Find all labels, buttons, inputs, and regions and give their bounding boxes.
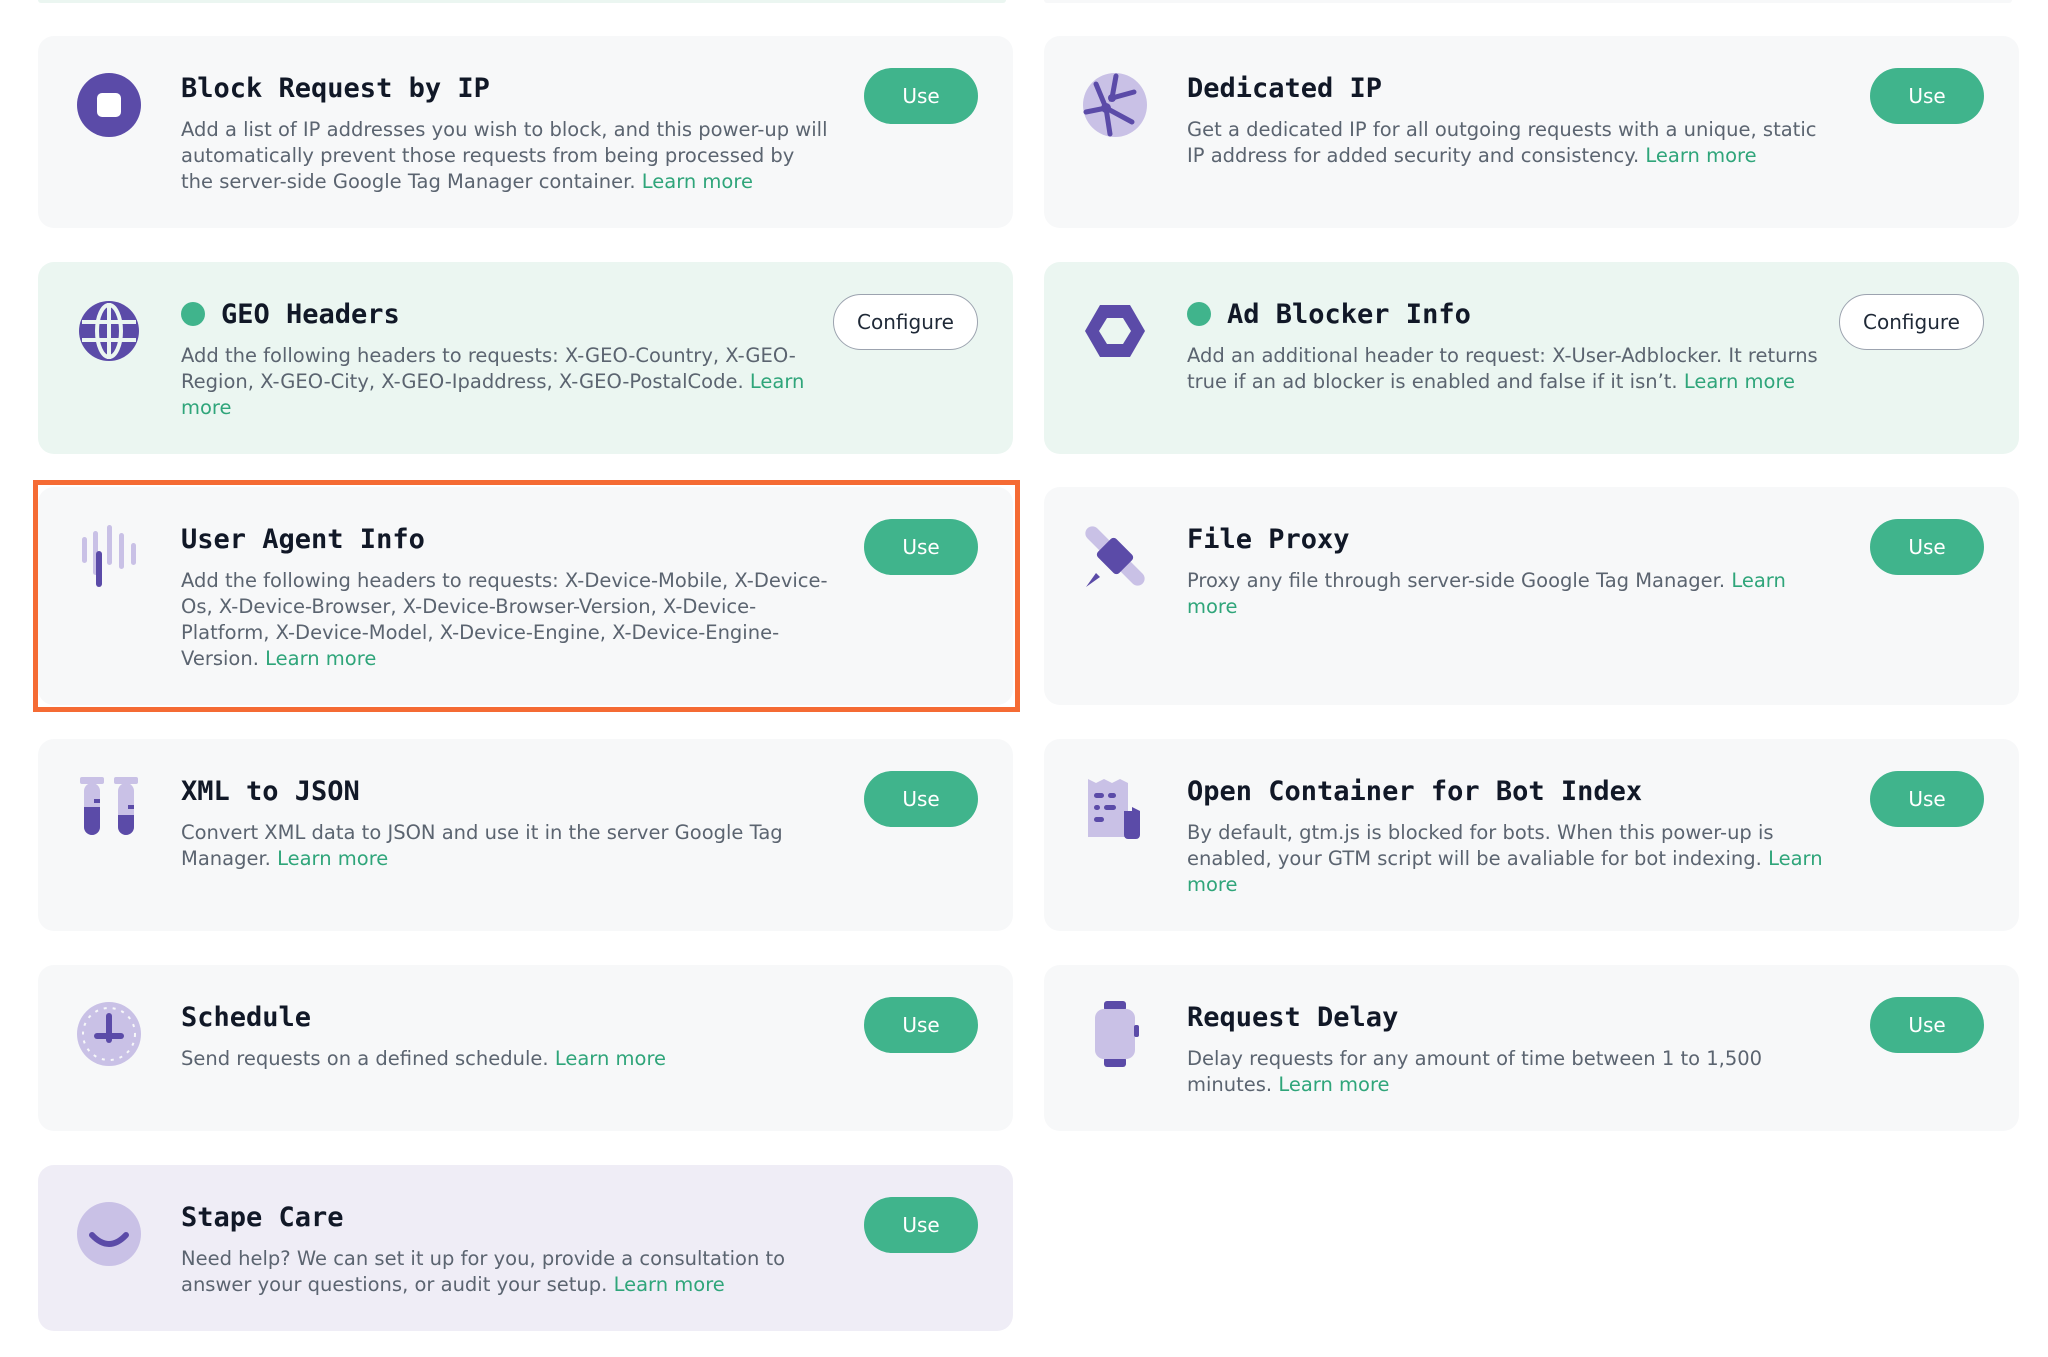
signal-bars-icon: [76, 523, 142, 589]
card-description: Proxy any file through server-side Googl…: [1187, 568, 1837, 620]
use-button[interactable]: Use: [864, 771, 978, 827]
previous-card-edge-left: [38, 0, 1006, 3]
description-text: Convert XML data to JSON and use it in t…: [181, 821, 783, 870]
card-title-row: User Agent Info: [181, 521, 425, 557]
card-title-row: Request Delay: [1187, 999, 1398, 1035]
active-status-dot: [1187, 302, 1211, 326]
card-title-row: GEO Headers: [181, 296, 400, 332]
previous-card-edge-right: [1044, 0, 2012, 3]
card-description: Add the following headers to requests: X…: [181, 343, 831, 421]
test-tubes-icon: [76, 775, 142, 841]
description-text: Proxy any file through server-side Googl…: [1187, 569, 1726, 592]
use-button[interactable]: Use: [864, 519, 978, 575]
use-button[interactable]: Use: [1870, 771, 1984, 827]
smile-icon: [76, 1201, 142, 1267]
card-title: File Proxy: [1187, 523, 1350, 555]
card-description: Delay requests for any amount of time be…: [1187, 1046, 1837, 1098]
powerup-card-request-delay: Request Delay Delay requests for any amo…: [1044, 965, 2019, 1131]
card-title: Block Request by IP: [181, 72, 490, 104]
configure-button[interactable]: Configure: [1839, 294, 1984, 350]
powerup-card-open-container-for-bot-index: Open Container for Bot Index By default,…: [1044, 739, 2019, 931]
block-stop-icon: [76, 72, 142, 138]
description-text: Add the following headers to requests: X…: [181, 344, 796, 393]
card-title-row: Dedicated IP: [1187, 70, 1382, 106]
powerup-card-geo-headers: GEO Headers Add the following headers to…: [38, 262, 1013, 454]
powerup-card-block-request-by-ip: Block Request by IP Add a list of IP add…: [38, 36, 1013, 228]
card-description: Add a list of IP addresses you wish to b…: [181, 117, 831, 195]
powerup-card-file-proxy: File Proxy Proxy any file through server…: [1044, 487, 2019, 705]
hexagon-icon: [1082, 298, 1148, 364]
learn-more-link[interactable]: Learn more: [277, 847, 388, 870]
powerup-card-xml-to-json: XML to JSON Convert XML data to JSON and…: [38, 739, 1013, 931]
card-description: By default, gtm.js is blocked for bots. …: [1187, 820, 1837, 898]
card-title-row: Ad Blocker Info: [1187, 296, 1471, 332]
card-description: Need help? We can set it up for you, pro…: [181, 1246, 831, 1298]
learn-more-link[interactable]: Learn more: [614, 1273, 725, 1296]
card-title: XML to JSON: [181, 775, 360, 807]
use-button[interactable]: Use: [1870, 519, 1984, 575]
learn-more-link[interactable]: Learn more: [555, 1047, 666, 1070]
use-button[interactable]: Use: [1870, 997, 1984, 1053]
card-title-row: Schedule: [181, 999, 311, 1035]
watch-icon: [1082, 1001, 1148, 1067]
card-title: Dedicated IP: [1187, 72, 1383, 104]
description-text: Send requests on a defined schedule.: [181, 1047, 549, 1070]
card-title-row: Block Request by IP: [181, 70, 490, 106]
use-button[interactable]: Use: [864, 1197, 978, 1253]
card-title: Schedule: [181, 1001, 312, 1033]
learn-more-link[interactable]: Learn more: [265, 647, 376, 670]
learn-more-link[interactable]: Learn more: [642, 170, 753, 193]
powerup-card-schedule: Schedule Send requests on a defined sche…: [38, 965, 1013, 1131]
learn-more-link[interactable]: Learn more: [1645, 144, 1756, 167]
card-description: Add an additional header to request: X-U…: [1187, 343, 1837, 395]
globe-icon: [76, 298, 142, 364]
powerup-card-dedicated-ip: Dedicated IP Get a dedicated IP for all …: [1044, 36, 2019, 228]
description-text: Delay requests for any amount of time be…: [1187, 1047, 1763, 1096]
card-title: Request Delay: [1187, 1001, 1399, 1033]
card-description: Convert XML data to JSON and use it in t…: [181, 820, 831, 872]
active-status-dot: [181, 302, 205, 326]
card-title: Stape Care: [181, 1201, 344, 1233]
card-title-row: File Proxy: [1187, 521, 1350, 557]
description-text: By default, gtm.js is blocked for bots. …: [1187, 821, 1774, 870]
configure-button[interactable]: Configure: [833, 294, 978, 350]
powerup-card-ad-blocker-info: Ad Blocker Info Add an additional header…: [1044, 262, 2019, 454]
card-description: Add the following headers to requests: X…: [181, 568, 831, 672]
learn-more-link[interactable]: Learn more: [1278, 1073, 1389, 1096]
network-globe-icon: [1082, 72, 1148, 138]
card-title-row: Stape Care: [181, 1199, 344, 1235]
powerup-card-user-agent-info: User Agent Info Add the following header…: [38, 487, 1013, 705]
card-title-row: Open Container for Bot Index: [1187, 773, 1642, 809]
card-title: User Agent Info: [181, 523, 425, 555]
satellite-icon: [1082, 523, 1148, 589]
learn-more-link[interactable]: Learn more: [1684, 370, 1795, 393]
card-description: Get a dedicated IP for all outgoing requ…: [1187, 117, 1837, 169]
card-title-row: XML to JSON: [181, 773, 360, 809]
powerup-card-stape-care: Stape Care Need help? We can set it up f…: [38, 1165, 1013, 1331]
use-button[interactable]: Use: [864, 997, 978, 1053]
card-title: Ad Blocker Info: [1227, 298, 1471, 330]
use-button[interactable]: Use: [864, 68, 978, 124]
card-title: Open Container for Bot Index: [1187, 775, 1643, 807]
use-button[interactable]: Use: [1870, 68, 1984, 124]
card-description: Send requests on a defined schedule. Lea…: [181, 1046, 831, 1072]
document-bot-icon: [1082, 775, 1148, 841]
clock-icon: [76, 1001, 142, 1067]
card-title: GEO Headers: [221, 298, 400, 330]
